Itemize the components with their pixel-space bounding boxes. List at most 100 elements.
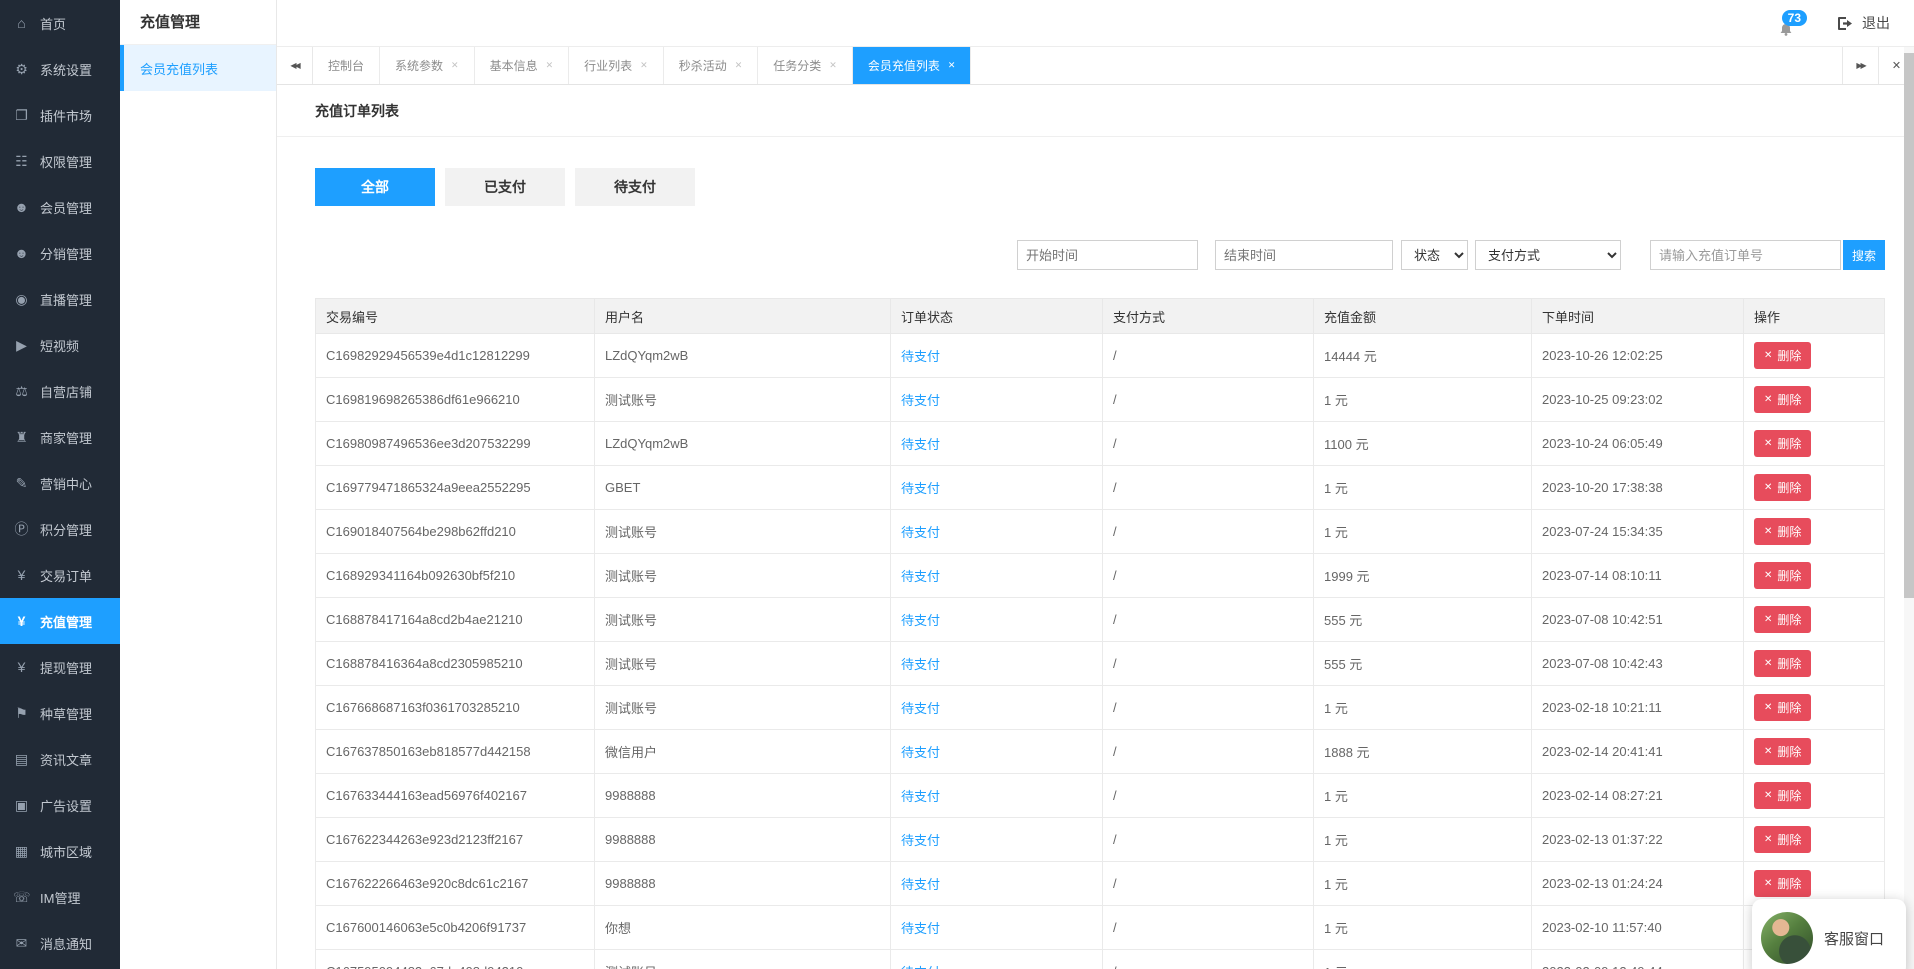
sidebar-item-label: 直播管理 (40, 290, 92, 309)
sidebar-item-system[interactable]: ⚙系统设置 (0, 46, 120, 92)
delete-button[interactable]: ✕删除 (1754, 386, 1811, 413)
sidebar-item-permissions[interactable]: ☷权限管理 (0, 138, 120, 184)
sidebar-item-label: 营销中心 (40, 474, 92, 493)
delete-button[interactable]: ✕删除 (1754, 606, 1811, 633)
order-status-link[interactable]: 待支付 (901, 481, 940, 496)
order-status-link[interactable]: 待支付 (901, 437, 940, 452)
order-status-link[interactable]: 待支付 (901, 965, 940, 969)
sidebar-item-distribution[interactable]: ☻分销管理 (0, 230, 120, 276)
scrollbar-thumb[interactable] (1904, 53, 1914, 598)
delete-button[interactable]: ✕删除 (1754, 738, 1811, 765)
tab-close-icon[interactable]: ✕ (829, 60, 837, 71)
submenu-item-member-recharge-list[interactable]: 会员充值列表 (120, 45, 276, 91)
sidebar-item-plugin-market[interactable]: ❐插件市场 (0, 92, 120, 138)
status-select[interactable]: 状态 (1401, 240, 1468, 270)
delete-button[interactable]: ✕删除 (1754, 826, 1811, 853)
delete-button[interactable]: ✕删除 (1754, 650, 1811, 677)
delete-label: 删除 (1777, 347, 1801, 364)
column-header: 支付方式 (1103, 299, 1314, 334)
sidebar-item-home[interactable]: ⌂首页 (0, 0, 120, 46)
sidebar-item-label: 广告设置 (40, 796, 92, 815)
sidebar-item-short-video[interactable]: ▶短视频 (0, 322, 120, 368)
sidebar-item-marketing[interactable]: ✎营销中心 (0, 460, 120, 506)
tab-3[interactable]: 行业列表✕ (569, 47, 664, 84)
delete-button[interactable]: ✕删除 (1754, 562, 1811, 589)
tab-close-icon[interactable]: ✕ (640, 60, 648, 71)
delete-x-icon: ✕ (1764, 702, 1772, 713)
sidebar-item-city-area[interactable]: ▦城市区域 (0, 828, 120, 874)
delete-button[interactable]: ✕删除 (1754, 694, 1811, 721)
tab-6[interactable]: 会员充值列表✕ (853, 47, 972, 84)
sidebar-item-ads[interactable]: ▣广告设置 (0, 782, 120, 828)
tab-2[interactable]: 基本信息✕ (475, 47, 570, 84)
tabs-scroll-left-button[interactable]: ◀◀ (277, 47, 313, 84)
sidebar-item-news[interactable]: ▤资讯文章 (0, 736, 120, 782)
logout-button[interactable]: 退出 (1837, 13, 1890, 33)
order-status-link[interactable]: 待支付 (901, 921, 940, 936)
sidebar-item-notification[interactable]: ✉消息通知 (0, 920, 120, 966)
order-status-link[interactable]: 待支付 (901, 877, 940, 892)
cell-trade-id: C16982929456539e4d1c12812299 (316, 334, 595, 378)
sidebar-item-live[interactable]: ◉直播管理 (0, 276, 120, 322)
tab-close-icon[interactable]: ✕ (735, 60, 743, 71)
order-status-link[interactable]: 待支付 (901, 393, 940, 408)
order-status-link[interactable]: 待支付 (901, 833, 940, 848)
sidebar-item-points[interactable]: Ⓟ积分管理 (0, 506, 120, 552)
delete-button[interactable]: ✕删除 (1754, 342, 1811, 369)
sidebar-item-planting[interactable]: ⚑种草管理 (0, 690, 120, 736)
sidebar-item-trade-orders[interactable]: ¥交易订单 (0, 552, 120, 598)
table-row: C169779471865324a9eea2552295GBET待支付/1 元2… (316, 466, 1885, 510)
cell-order-status: 待支付 (891, 598, 1103, 642)
delete-button[interactable]: ✕删除 (1754, 782, 1811, 809)
tab-close-icon[interactable]: ✕ (451, 60, 459, 71)
delete-button[interactable]: ✕删除 (1754, 870, 1811, 897)
customer-service-widget[interactable]: 客服窗口 (1752, 899, 1906, 969)
order-status-link[interactable]: 待支付 (901, 701, 940, 716)
sidebar-item-recharge[interactable]: ¥充值管理 (0, 598, 120, 644)
start-time-input[interactable] (1017, 240, 1198, 270)
filter-tab-1[interactable]: 已支付 (445, 168, 565, 206)
order-status-link[interactable]: 待支付 (901, 569, 940, 584)
plugin-book-icon: ❐ (13, 107, 30, 124)
tabs-scroll-right-button[interactable]: ▶▶ (1842, 47, 1878, 84)
tab-0[interactable]: 控制台 (313, 47, 380, 84)
sidebar-item-im[interactable]: ☏IM管理 (0, 874, 120, 920)
tab-close-icon[interactable]: ✕ (948, 60, 956, 71)
delete-button[interactable]: ✕删除 (1754, 474, 1811, 501)
sidebar-item-self-shop[interactable]: ⚖自营店铺 (0, 368, 120, 414)
cell-username: LZdQYqm2wB (595, 334, 891, 378)
delete-label: 删除 (1777, 611, 1801, 628)
tab-4[interactable]: 秒杀活动✕ (664, 47, 759, 84)
order-status-link[interactable]: 待支付 (901, 745, 940, 760)
sidebar-item-members[interactable]: ☻会员管理 (0, 184, 120, 230)
customer-service-label: 客服窗口 (1824, 928, 1884, 949)
order-status-link[interactable]: 待支付 (901, 525, 940, 540)
sidebar-item-withdraw[interactable]: ¥提现管理 (0, 644, 120, 690)
sidebar-item-label: 商家管理 (40, 428, 92, 447)
tab-close-icon[interactable]: ✕ (546, 60, 554, 71)
notification-bell-button[interactable]: 73 (1773, 10, 1807, 36)
sidebar-item-merchant[interactable]: ♜商家管理 (0, 414, 120, 460)
cell-trade-id: C167633444163ead56976f402167 (316, 774, 595, 818)
cell-pay-method: / (1103, 466, 1314, 510)
order-status-link[interactable]: 待支付 (901, 613, 940, 628)
cell-order-time: 2023-07-08 10:42:51 (1532, 598, 1744, 642)
filter-tab-0[interactable]: 全部 (315, 168, 435, 206)
order-status-link[interactable]: 待支付 (901, 657, 940, 672)
filter-tab-2[interactable]: 待支付 (575, 168, 695, 206)
order-status-link[interactable]: 待支付 (901, 349, 940, 364)
sidebar-item-label: IM管理 (40, 888, 80, 907)
tab-5[interactable]: 任务分类✕ (758, 47, 853, 84)
end-time-input[interactable] (1215, 240, 1393, 270)
cell-order-status: 待支付 (891, 466, 1103, 510)
search-button[interactable]: 搜索 (1843, 240, 1885, 270)
delete-button[interactable]: ✕删除 (1754, 430, 1811, 457)
order-number-input[interactable] (1650, 240, 1841, 270)
search-filter-row: 状态 支付方式 搜索 (315, 240, 1885, 270)
delete-button[interactable]: ✕删除 (1754, 518, 1811, 545)
tab-1[interactable]: 系统参数✕ (380, 47, 475, 84)
order-status-link[interactable]: 待支付 (901, 789, 940, 804)
cell-username: 9988888 (595, 818, 891, 862)
pay-method-select[interactable]: 支付方式 (1475, 240, 1621, 270)
delete-x-icon: ✕ (1764, 834, 1772, 845)
